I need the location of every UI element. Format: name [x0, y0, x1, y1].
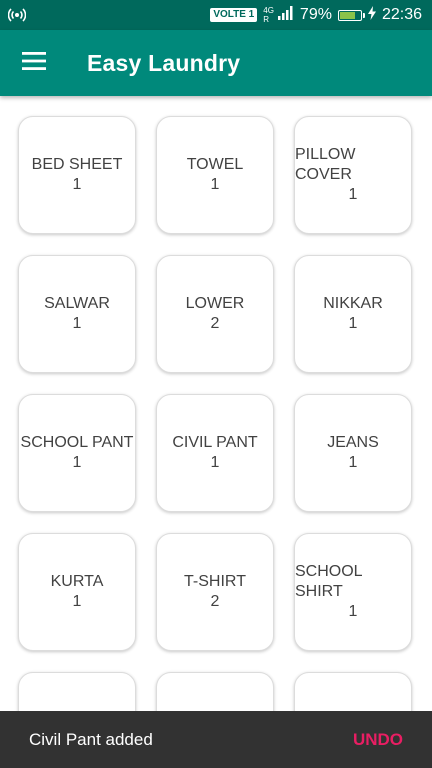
- item-name: BED SHEET: [31, 156, 123, 173]
- network-roaming-label: R: [263, 15, 270, 24]
- laundry-item-tile[interactable]: PILLOW COVER 1: [294, 116, 412, 234]
- item-count: 1: [348, 454, 358, 471]
- clock: 22:36: [381, 6, 422, 23]
- battery-icon: [337, 9, 365, 21]
- item-name: PILLOW COVER: [295, 146, 356, 183]
- laundry-item-tile[interactable]: SCHOOL SHIRT 1: [294, 533, 412, 651]
- item-count: 2: [210, 315, 220, 332]
- item-name: LOWER: [185, 295, 245, 312]
- app-title: Easy Laundry: [87, 50, 241, 76]
- battery-percent: 79%: [299, 6, 332, 23]
- item-count: 1: [348, 603, 358, 620]
- item-name: T-SHIRT: [184, 573, 246, 590]
- item-count: 1: [210, 176, 220, 193]
- item-name: JEANS: [327, 434, 379, 451]
- signal-icon: [277, 5, 294, 25]
- snackbar-message: Civil Pant added: [29, 730, 153, 749]
- item-count: 1: [72, 315, 82, 332]
- item-count: 2: [210, 593, 220, 610]
- laundry-item-tile[interactable]: NIKKAR 1: [294, 255, 412, 373]
- screen: VOLTE 1 4G R 79% 22:36 Easy Laundry BED …: [0, 0, 432, 768]
- snackbar: Civil Pant added UNDO: [0, 711, 432, 768]
- laundry-item-tile[interactable]: T-SHIRT 2: [156, 533, 274, 651]
- item-count: 1: [72, 176, 82, 193]
- menu-button[interactable]: [14, 43, 54, 83]
- item-count: 1: [72, 454, 82, 471]
- item-name: TOWEL: [186, 156, 244, 173]
- laundry-item-tile[interactable]: SALWAR 1: [18, 255, 136, 373]
- item-name: NIKKAR: [323, 295, 383, 312]
- laundry-item-tile[interactable]: LOWER 2: [156, 255, 274, 373]
- app-bar: Easy Laundry: [0, 30, 432, 96]
- undo-button[interactable]: UNDO: [353, 711, 403, 768]
- laundry-item-tile[interactable]: KURTA 1: [18, 533, 136, 651]
- network-type-label: 4G: [263, 6, 274, 15]
- laundry-item-tile[interactable]: TOWEL 1: [156, 116, 274, 234]
- laundry-item-grid: BED SHEET 1 TOWEL 1 PILLOW COVER 1 SALWAR 1 LOWE…: [0, 96, 432, 768]
- item-name: CIVIL PANT: [172, 434, 258, 451]
- item-name: SCHOOL SHIRT: [295, 563, 362, 600]
- laundry-item-tile[interactable]: SCHOOL PANT 1: [18, 394, 136, 512]
- item-name: KURTA: [50, 573, 104, 590]
- item-count: 1: [72, 593, 82, 610]
- laundry-item-tile[interactable]: JEANS 1: [294, 394, 412, 512]
- item-name: SALWAR: [44, 295, 110, 312]
- item-count: 1: [348, 186, 358, 203]
- item-count: 1: [348, 315, 358, 332]
- volte-badge: VOLTE 1: [210, 8, 258, 22]
- charging-icon: [367, 5, 376, 25]
- battery-level: [339, 11, 356, 19]
- item-count: 1: [210, 454, 220, 471]
- laundry-item-tile[interactable]: BED SHEET 1: [18, 116, 136, 234]
- network-type: 4G R: [263, 6, 274, 24]
- item-name: SCHOOL PANT: [20, 434, 134, 451]
- status-icons: VOLTE 1 4G R 79% 22:36: [210, 0, 422, 30]
- hamburger-menu-icon: [22, 51, 46, 75]
- laundry-item-tile[interactable]: CIVIL PANT 1: [156, 394, 274, 512]
- status-bar: VOLTE 1 4G R 79% 22:36: [0, 0, 432, 30]
- hotspot-icon: [7, 6, 27, 24]
